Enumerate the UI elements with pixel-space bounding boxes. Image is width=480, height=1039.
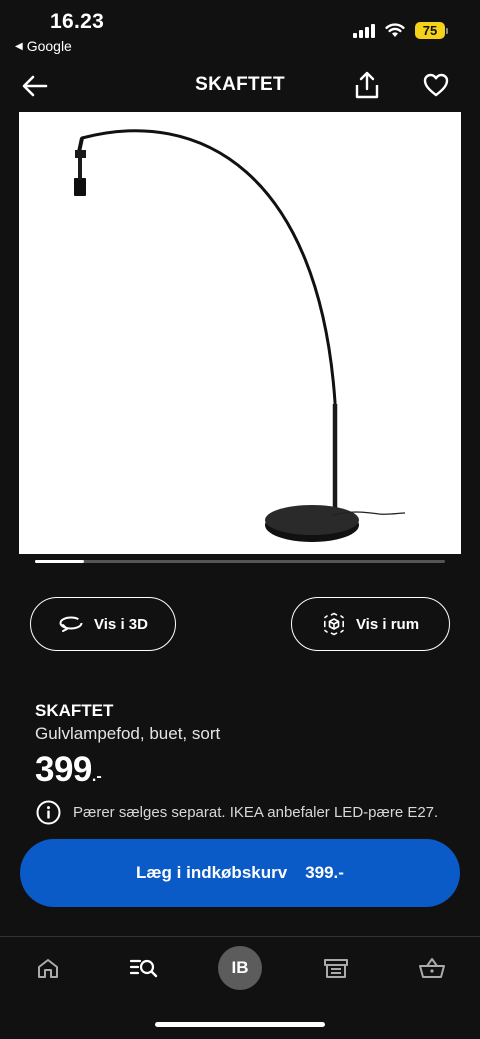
back-app-label: Google bbox=[26, 38, 72, 54]
view-3d-label: Vis i 3D bbox=[94, 615, 148, 633]
tab-home[interactable] bbox=[28, 951, 68, 985]
back-triangle-icon: ◀ bbox=[15, 40, 23, 52]
ar-cube-icon bbox=[323, 612, 344, 636]
status-time: 16.23 bbox=[50, 10, 105, 33]
product-image[interactable] bbox=[19, 112, 461, 554]
info-icon bbox=[36, 800, 61, 825]
bulb-info-text: Pærer sælges separat. IKEA anbefaler LED… bbox=[73, 804, 439, 821]
store-icon bbox=[324, 959, 348, 978]
search-list-icon bbox=[129, 959, 158, 978]
back-to-app-link[interactable]: ◀ Google bbox=[15, 38, 72, 54]
price-suffix: .- bbox=[91, 768, 102, 785]
page-title: SKAFTET bbox=[195, 74, 285, 95]
tab-search[interactable] bbox=[124, 951, 164, 985]
status-bar: 16.23 ◀ Google 75 bbox=[0, 0, 480, 62]
bulb-info-notice: Pærer sælges separat. IKEA anbefaler LED… bbox=[36, 800, 438, 825]
add-to-cart-price: 399.- bbox=[305, 863, 344, 882]
share-icon[interactable] bbox=[352, 70, 382, 100]
rotate-3d-icon bbox=[59, 616, 83, 632]
gallery-progress-bar bbox=[35, 560, 445, 563]
basket-icon bbox=[419, 958, 445, 978]
price-value: 399 bbox=[35, 750, 92, 789]
navigation-bar: SKAFTET bbox=[0, 62, 480, 110]
gallery-progress-fill bbox=[35, 560, 85, 563]
battery-level: 75 bbox=[415, 22, 445, 39]
tab-basket[interactable] bbox=[412, 951, 452, 985]
product-price: 399 .- bbox=[35, 750, 102, 790]
cellular-signal-icon bbox=[353, 23, 375, 38]
profile-initials: IB bbox=[231, 958, 249, 977]
floor-lamp-image bbox=[74, 129, 406, 542]
product-description: Gulvlampefod, buet, sort bbox=[35, 724, 221, 743]
view-3d-button[interactable]: Vis i 3D bbox=[30, 597, 176, 651]
wifi-icon bbox=[385, 23, 405, 37]
system-icons: 75 bbox=[353, 22, 448, 39]
tab-profile[interactable]: IB bbox=[218, 946, 262, 990]
view-in-room-button[interactable]: Vis i rum bbox=[291, 597, 450, 651]
battery-icon: 75 bbox=[415, 22, 448, 39]
heart-icon[interactable] bbox=[422, 72, 450, 98]
add-to-cart-label: Læg i indkøbskurv bbox=[136, 863, 288, 882]
home-icon bbox=[38, 959, 58, 978]
home-indicator bbox=[155, 1022, 325, 1027]
tab-store[interactable] bbox=[316, 951, 356, 985]
view-in-room-label: Vis i rum bbox=[355, 615, 420, 633]
product-name: SKAFTET bbox=[35, 701, 114, 720]
add-to-cart-button[interactable]: Læg i indkøbskurv 399.- bbox=[20, 839, 460, 907]
